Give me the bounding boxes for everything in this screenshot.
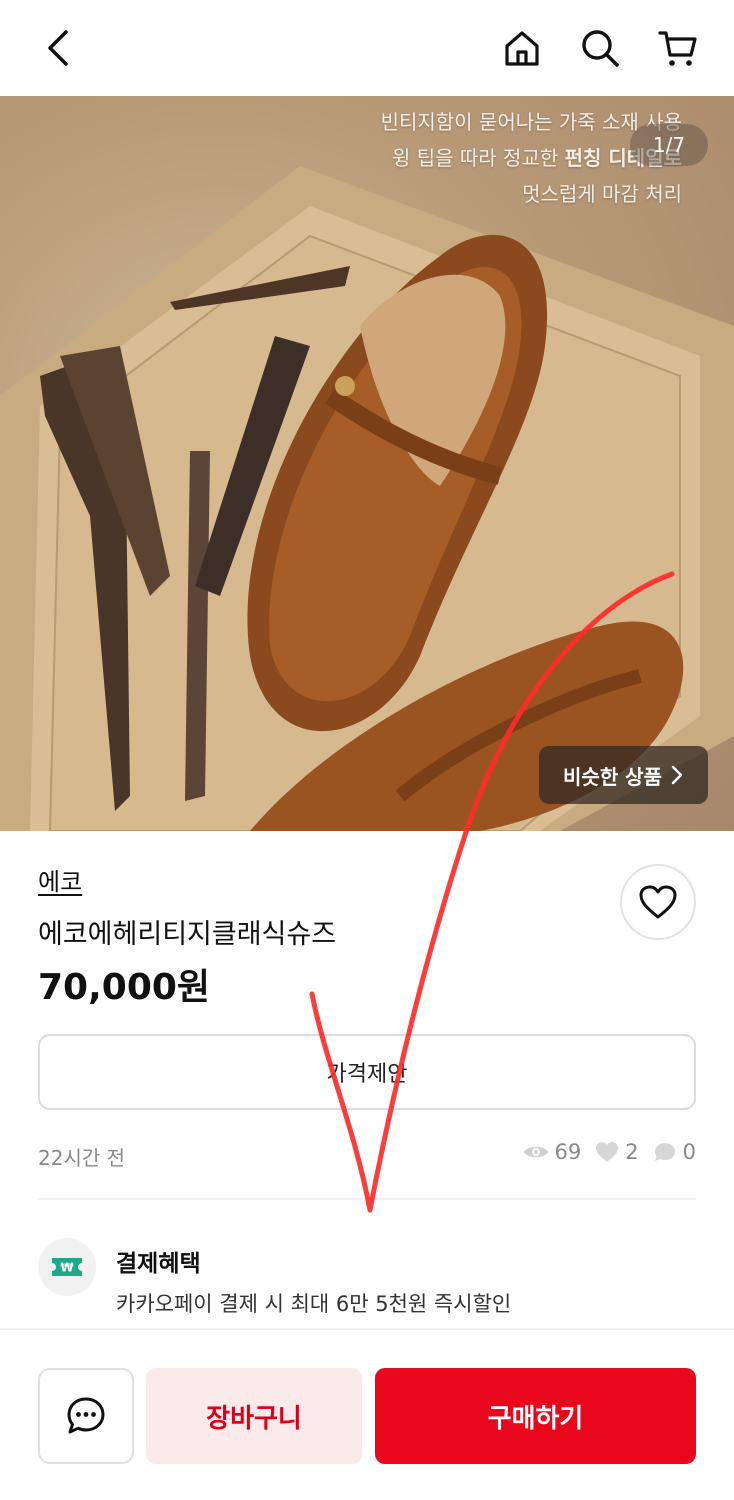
product-price: 70,000원 [38,967,211,1008]
brand-link[interactable]: 에코 [38,862,82,897]
similar-products-button[interactable]: 비슷한 상품 [539,746,708,804]
chats-stat: 0 [653,1140,696,1164]
views-stat: 69 [523,1140,582,1164]
bottom-action-bar: 장바구니 구매하기 [0,1328,734,1500]
chats-count: 0 [682,1140,696,1164]
price-offer-button[interactable]: 가격제안 [38,1034,696,1110]
cart-button[interactable] [654,24,702,72]
home-icon [505,31,539,66]
add-to-cart-button[interactable]: 장바구니 [146,1368,362,1464]
back-button[interactable] [34,24,82,72]
chevron-right-icon [671,765,683,785]
caption-line-3: 멋스럽게 마감 처리 [522,182,682,206]
product-stats: 69 2 0 [515,1140,696,1164]
heart-filled-icon [596,1142,619,1162]
chat-button[interactable] [38,1368,134,1464]
chevron-left-icon [48,30,68,66]
product-title: 에코에헤리티지클래식슈즈 [38,919,337,950]
chat-icon [67,1397,105,1434]
image-counter: 1/7 [630,124,708,166]
chat-bubble-icon [654,1143,675,1161]
heart-icon [639,885,677,919]
likes-count: 2 [625,1140,639,1164]
cart-icon [658,31,697,66]
buy-button[interactable]: 구매하기 [375,1368,696,1464]
likes-stat: 2 [595,1140,639,1164]
benefit-title: 결제혜택 [116,1251,201,1277]
caption-line-2a: 윙 팁을 따라 정교한 [391,146,559,170]
posted-time: 22시간 전 [38,1146,126,1170]
payment-ticket-icon: ₩ [52,1258,82,1276]
search-button[interactable] [576,24,624,72]
won-symbol: ₩ [60,1261,74,1275]
home-button[interactable] [498,24,546,72]
benefit-icon: ₩ [38,1238,96,1296]
benefit-description: 카카오페이 결제 시 최대 6만 5천원 즉시할인 [116,1292,512,1316]
like-button[interactable] [620,864,696,940]
views-count: 69 [554,1140,582,1164]
similar-products-label: 비슷한 상품 [563,764,662,789]
divider [38,1198,696,1200]
product-image[interactable]: 빈티지함이 묻어나는 가죽 소재 사용 윙 팁을 따라 정교한 펀칭 디테일로 … [0,96,734,831]
top-bar [0,0,734,96]
eye-icon [523,1146,548,1158]
search-icon [582,30,619,67]
